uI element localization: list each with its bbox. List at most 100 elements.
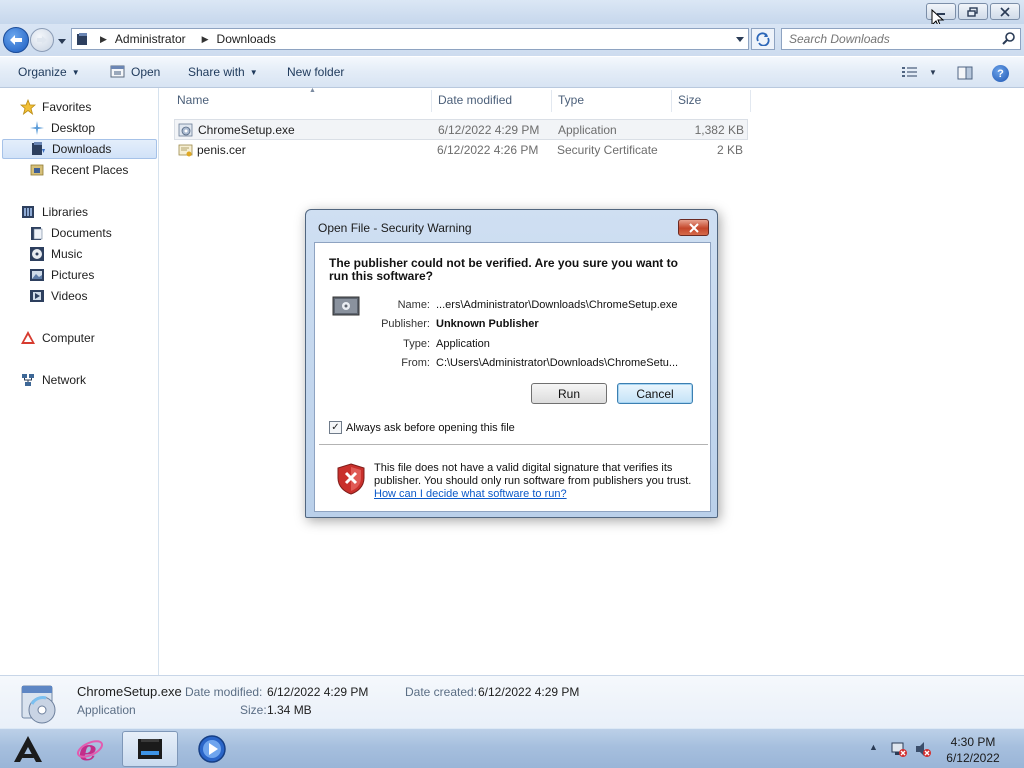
prop-publisher-label: Publisher: [381, 318, 430, 330]
dialog-question: The publisher could not be verified. Are… [329, 256, 678, 283]
column-headers: ▲ Name Date modified Type Size [172, 87, 752, 113]
desktop-icon [29, 120, 45, 136]
nav-computer[interactable]: Computer [20, 328, 95, 348]
column-header-type[interactable]: Type [558, 93, 584, 113]
start-button[interactable] [0, 731, 56, 767]
taskbar: e ▲ 4:30 PM 6/12/2022 [0, 728, 1024, 768]
close-icon [688, 222, 699, 233]
chevron-down-icon[interactable]: ▼ [929, 68, 937, 77]
breadcrumb-administrator[interactable]: Administrator [115, 32, 186, 46]
preview-pane-icon[interactable] [957, 66, 973, 80]
column-divider[interactable] [671, 90, 672, 112]
share-with-button[interactable]: Share with ▼ [188, 65, 258, 79]
star-icon [20, 99, 36, 115]
file-size: 2 KB [716, 143, 743, 157]
details-created-label: Date created: [405, 685, 478, 699]
open-app-icon [110, 65, 125, 78]
network-icon [20, 372, 36, 388]
file-type: Security Certificate [557, 143, 658, 157]
run-button[interactable]: Run [531, 383, 607, 404]
volume-muted-icon[interactable] [914, 740, 932, 758]
cancel-button[interactable]: Cancel [617, 383, 693, 404]
window-close-button[interactable] [990, 3, 1020, 20]
nav-pictures[interactable]: Pictures [29, 265, 94, 285]
nav-recent-places[interactable]: Recent Places [29, 160, 128, 180]
back-button[interactable] [3, 27, 29, 53]
details-size-label: Size: [240, 703, 267, 717]
open-button[interactable]: Open [110, 65, 160, 79]
nav-network[interactable]: Network [20, 370, 86, 390]
always-ask-label: Always ask before opening this file [346, 421, 515, 434]
column-header-size[interactable]: Size [678, 93, 701, 113]
prop-publisher-value: Unknown Publisher [436, 318, 539, 330]
documents-icon [29, 225, 45, 241]
nav-libraries-label: Libraries [42, 205, 89, 219]
dialog-body: The publisher could not be verified. Are… [314, 242, 711, 512]
address-history-dropdown-icon[interactable] [734, 32, 746, 46]
internet-explorer-icon: e [76, 734, 104, 764]
details-size-value: 1.34 MB [267, 703, 312, 717]
file-size: 1,382 KB [694, 123, 744, 137]
nav-music[interactable]: Music [29, 244, 82, 264]
dialog-close-button[interactable] [678, 219, 709, 236]
network-tray-icon[interactable] [890, 740, 908, 758]
column-divider[interactable] [431, 90, 432, 112]
details-modified-label: Date modified: [185, 685, 263, 699]
always-ask-checkbox[interactable]: ✓ Always ask before opening this file [329, 421, 515, 434]
explorer-folder-icon [138, 739, 162, 759]
security-shield-error-icon [337, 463, 365, 495]
certificate-file-icon [178, 144, 193, 157]
forward-button[interactable] [30, 28, 54, 52]
nav-favorites[interactable]: Favorites [20, 97, 91, 117]
recent-places-icon [29, 162, 45, 178]
chevron-down-icon: ▼ [71, 67, 80, 77]
column-divider[interactable] [750, 90, 751, 112]
breadcrumb-downloads[interactable]: Downloads [217, 32, 276, 46]
new-folder-label: New folder [287, 65, 345, 79]
show-hidden-icons-icon[interactable]: ▲ [869, 742, 878, 752]
security-warning-dialog: Open File - Security Warning The publish… [305, 209, 718, 518]
dialog-warning-text: This file does not have a valid digital … [374, 462, 692, 487]
file-row-penis-cer[interactable]: penis.cer 6/12/2022 4:26 PM Security Cer… [174, 140, 748, 161]
downloads-folder-icon [30, 141, 46, 157]
column-header-name[interactable]: Name [177, 93, 209, 113]
nav-downloads[interactable]: Downloads [2, 139, 157, 159]
breadcrumb-separator-icon[interactable]: ▶ [202, 34, 209, 45]
details-filename: ChromeSetup.exe [77, 684, 182, 699]
refresh-button[interactable] [751, 28, 775, 50]
refresh-icon [756, 32, 770, 46]
nav-libraries[interactable]: Libraries [20, 202, 88, 222]
system-clock[interactable]: 4:30 PM 6/12/2022 [940, 734, 1006, 766]
nav-videos-label: Videos [51, 289, 88, 303]
sort-ascending-icon: ▲ [309, 87, 316, 94]
nav-music-label: Music [51, 247, 83, 261]
nav-documents[interactable]: Documents [29, 223, 112, 243]
pictures-icon [29, 267, 45, 283]
nav-videos[interactable]: Videos [29, 286, 87, 306]
close-icon [1000, 6, 1010, 17]
search-input[interactable] [782, 29, 992, 49]
search-icon[interactable] [1002, 32, 1016, 46]
nav-desktop[interactable]: Desktop [29, 118, 95, 138]
new-folder-button[interactable]: New folder [287, 65, 344, 79]
change-view-button[interactable]: ▼ [901, 65, 937, 79]
prop-type-value: Application [436, 338, 490, 350]
dialog-title: Open File - Security Warning [318, 221, 472, 235]
search-box[interactable] [781, 28, 1021, 50]
taskbar-media-player[interactable] [184, 731, 240, 767]
breadcrumb-separator-icon[interactable]: ▶ [100, 34, 107, 45]
file-row-chromesetup[interactable]: ChromeSetup.exe 6/12/2022 4:29 PM Applic… [174, 119, 748, 140]
help-link[interactable]: How can I decide what software to run? [374, 488, 567, 500]
recent-pages-dropdown-icon[interactable] [57, 36, 67, 46]
details-pane: ChromeSetup.exe Application Date modifie… [0, 675, 1024, 728]
column-header-date-modified[interactable]: Date modified [438, 93, 512, 113]
help-icon[interactable]: ? [992, 65, 1009, 82]
taskbar-internet-explorer[interactable]: e [62, 731, 118, 767]
column-divider[interactable] [551, 90, 552, 112]
nav-favorites-label: Favorites [42, 100, 92, 114]
restore-button[interactable] [958, 3, 988, 20]
checkbox-checked-icon[interactable]: ✓ [329, 421, 342, 434]
organize-button[interactable]: Organize ▼ [18, 65, 80, 79]
taskbar-windows-explorer[interactable] [122, 731, 178, 767]
address-bar[interactable]: ▶ Administrator ▶ Downloads [71, 28, 749, 50]
